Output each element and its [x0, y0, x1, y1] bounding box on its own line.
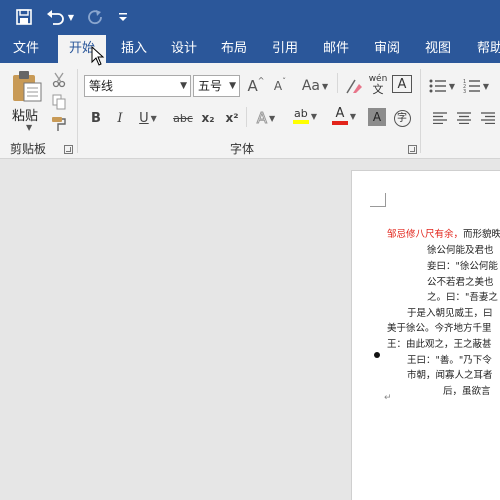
character-border-icon: A [397, 76, 407, 92]
grow-font-button[interactable]: A ^ [246, 75, 266, 97]
align-left-button[interactable] [430, 107, 450, 129]
phonetic-guide-button[interactable]: wén 文 [367, 71, 389, 99]
font-size-value: 五号 [198, 79, 223, 93]
italic-button[interactable]: I [110, 107, 130, 129]
align-center-button[interactable] [454, 107, 474, 129]
paste-button[interactable]: 粘贴 ▼ [8, 67, 46, 132]
cut-icon[interactable] [50, 69, 68, 91]
doc-line-1-highlight: 邹忌修八尺有余， [387, 229, 464, 240]
group-separator [77, 69, 78, 153]
svg-text:3: 3 [463, 89, 466, 94]
highlighter-icon: ab [294, 107, 308, 120]
align-right-icon [481, 112, 495, 124]
doc-line-7[interactable]: 美于徐公。今齐地方千里 [387, 320, 492, 334]
doc-line-8[interactable]: 王：由此观之，王之蔽甚 [387, 336, 492, 350]
character-shading-icon: A [372, 110, 382, 124]
list-bullet-icon [374, 352, 380, 358]
numbering-button[interactable]: 1 2 3 ▼ [462, 75, 490, 97]
format-painter-icon[interactable] [50, 113, 68, 135]
tab-design[interactable]: 设计 [162, 35, 206, 63]
clear-formatting-icon [346, 79, 362, 94]
underline-button[interactable]: U ▼ [134, 107, 162, 129]
clipboard-group-label: 剪贴板 [10, 142, 47, 156]
numbered-list-icon: 123 [463, 79, 480, 94]
title-bar: ▼ [0, 0, 500, 35]
change-case-icon: Aa [301, 78, 320, 94]
doc-line-9[interactable]: 王曰："善。"乃下令 [407, 352, 492, 366]
paragraph-mark-icon: ↵ [384, 393, 392, 403]
group-separator [420, 69, 421, 153]
character-shading-button[interactable]: A [368, 108, 386, 126]
doc-line-1-rest: 而形貌昳 [463, 229, 500, 240]
doc-line-11[interactable]: 后，虽欲言 [443, 383, 491, 397]
doc-line-5[interactable]: 之。曰："吾妻之 [427, 289, 498, 303]
doc-line-3[interactable]: 妾曰："徐公何能 [427, 258, 498, 272]
undo-dropdown-icon[interactable]: ▼ [68, 13, 74, 22]
paste-label: 粘贴 [12, 109, 39, 124]
paste-icon [13, 71, 42, 102]
text-effects-button[interactable]: A ▼ [252, 107, 280, 129]
doc-line-1[interactable]: 邹忌修八尺有余，而形貌昳 [387, 226, 500, 240]
redo-icon[interactable] [84, 5, 106, 29]
bold-button[interactable]: B [86, 107, 106, 129]
chevron-down-icon: ▼ [229, 81, 236, 91]
tab-layout[interactable]: 布局 [212, 35, 256, 63]
clear-formatting-button[interactable] [342, 75, 364, 97]
font-name-combo[interactable]: 等线 ▼ [84, 75, 191, 97]
tab-mailings[interactable]: 邮件 [314, 35, 358, 63]
group-separator [246, 107, 247, 127]
chevron-down-icon: ▼ [180, 81, 187, 91]
copy-icon[interactable] [50, 91, 68, 113]
subscript-button[interactable]: x₂ [198, 107, 218, 129]
bullet-list-icon [429, 79, 446, 93]
font-color-icon: A [335, 106, 345, 121]
underline-icon: U [139, 110, 149, 126]
group-separator [337, 73, 338, 93]
character-border-button[interactable]: A [392, 75, 412, 93]
text-effects-icon: A [256, 109, 268, 128]
align-right-button[interactable] [478, 107, 498, 129]
font-color-button[interactable]: A ▼ [328, 103, 360, 129]
highlight-button[interactable]: ab ▼ [288, 103, 322, 129]
doc-line-6[interactable]: 于是入朝见威王，曰 [407, 305, 493, 319]
font-dialog-launcher-icon[interactable] [408, 145, 417, 154]
tab-references[interactable]: 引用 [263, 35, 307, 63]
customize-qat-icon[interactable] [116, 5, 130, 29]
tab-view[interactable]: 视图 [416, 35, 460, 63]
margin-corner-mark [370, 193, 386, 207]
highlight-color-bar [292, 120, 309, 124]
clipboard-dialog-launcher-icon[interactable] [64, 145, 73, 154]
tab-help[interactable]: 帮助 [468, 35, 500, 63]
enclose-characters-button[interactable]: 字 [392, 107, 412, 129]
grow-font-icon: A [247, 77, 258, 95]
shrink-font-icon: A [273, 79, 283, 93]
bullets-button[interactable]: ▼ [428, 75, 456, 97]
save-icon[interactable] [12, 5, 36, 29]
phonetic-bottom-text: 文 [372, 83, 384, 96]
align-left-icon [433, 112, 447, 124]
doc-line-2[interactable]: 徐公何能及君也 [427, 242, 494, 256]
font-color-bar [331, 121, 348, 125]
ribbon: 粘贴 ▼ 剪贴板 等线 ▼ 五号 ▼ A ^ Aˇ Aa ▼ wén 文 A B I [0, 63, 500, 159]
enclose-characters-icon: 字 [393, 109, 411, 127]
doc-line-10[interactable]: 市朝，闻寡人之耳者 [407, 367, 493, 381]
ribbon-tabs: 文件 开始 插入 设计 布局 引用 邮件 审阅 视图 帮助 [0, 35, 500, 63]
doc-line-4[interactable]: 公不若君之美也 [427, 274, 494, 288]
tab-insert[interactable]: 插入 [112, 35, 156, 63]
strikethrough-button[interactable]: abc [170, 107, 196, 129]
font-name-value: 等线 [89, 79, 114, 93]
align-center-icon [457, 112, 471, 124]
paste-dropdown-icon[interactable]: ▼ [26, 123, 32, 132]
tab-review[interactable]: 审阅 [365, 35, 409, 63]
mouse-cursor-icon [91, 46, 105, 66]
font-size-combo[interactable]: 五号 ▼ [193, 75, 240, 97]
document-page[interactable]: 邹忌修八尺有余，而形貌昳 徐公何能及君也 妾曰："徐公何能 公不若君之美也 之。… [351, 170, 500, 500]
tab-file[interactable]: 文件 [4, 35, 48, 63]
superscript-button[interactable]: x² [222, 107, 242, 129]
shrink-font-button[interactable]: Aˇ [270, 75, 290, 97]
undo-icon[interactable]: ▼ [44, 5, 76, 29]
font-group-label: 字体 [230, 142, 255, 156]
change-case-button[interactable]: Aa ▼ [298, 75, 332, 97]
